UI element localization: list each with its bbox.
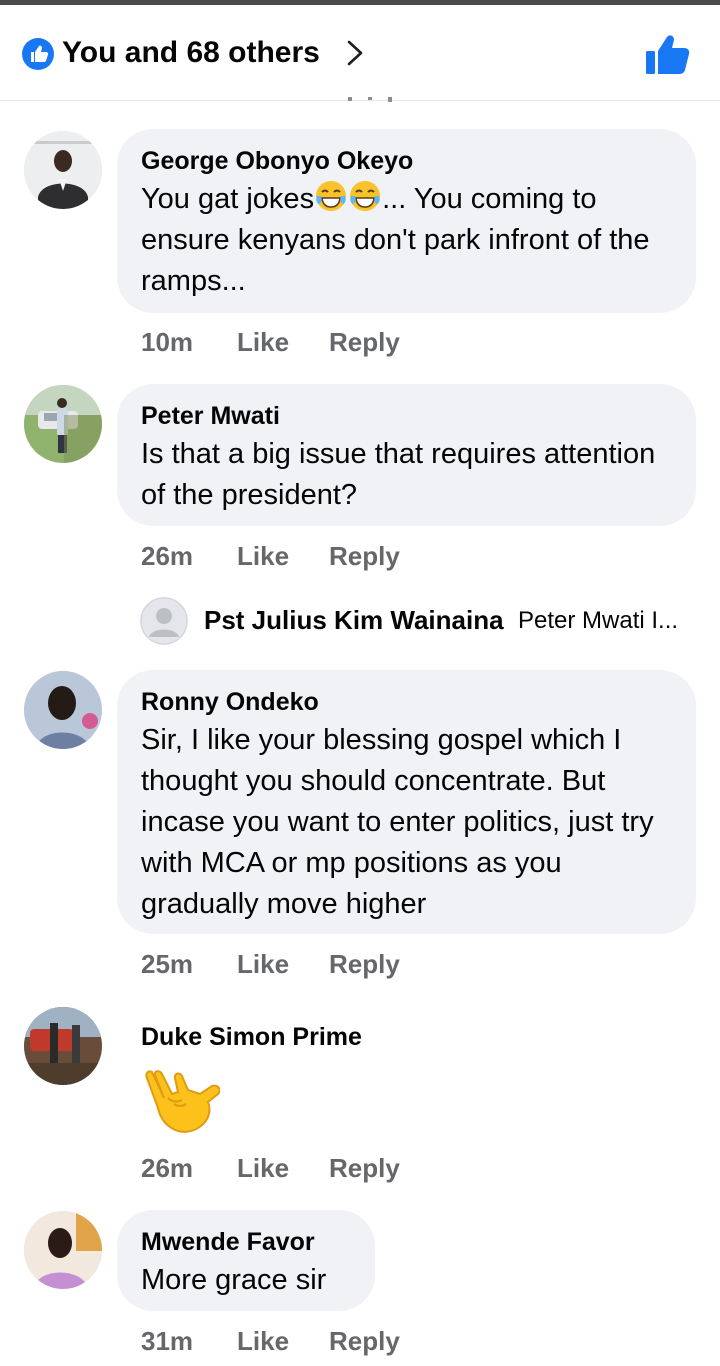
thumbs-up-icon[interactable]	[644, 32, 690, 76]
comment-actions: 26m Like Reply	[141, 1153, 400, 1184]
default-avatar-icon	[140, 597, 188, 645]
like-button[interactable]: Like	[237, 949, 329, 980]
like-badge-icon	[22, 38, 54, 70]
chevron-right-icon[interactable]	[340, 38, 370, 68]
comment-actions: 31m Like Reply	[141, 1326, 400, 1357]
comment-text-part: You gat jokes	[141, 183, 315, 215]
comment-text: You gat jokes... You coming to ensure ke…	[141, 179, 672, 302]
avatar[interactable]	[24, 1211, 102, 1289]
comment-actions: 25m Like Reply	[141, 949, 400, 980]
reply-button[interactable]: Reply	[329, 1153, 400, 1184]
comment-bubble: Peter Mwati Is that a big issue that req…	[117, 384, 696, 526]
reply-button[interactable]: Reply	[329, 1326, 400, 1357]
reply-preview[interactable]: Pst Julius Kim Wainaina Peter Mwati I...	[140, 597, 700, 645]
comment-timestamp[interactable]: 26m	[141, 541, 237, 572]
face-with-tears-of-joy-icon	[316, 181, 347, 211]
comment-author[interactable]: George Obonyo Okeyo	[141, 145, 672, 177]
comment-bubble: Ronny Ondeko Sir, I like your blessing g…	[117, 670, 696, 934]
comment-text: Is that a big issue that requires attent…	[141, 438, 656, 511]
reply-author[interactable]: Pst Julius Kim Wainaina	[204, 605, 504, 636]
avatar[interactable]	[24, 671, 102, 749]
reactions-summary-link[interactable]: You and 68 others	[62, 35, 320, 71]
reply-button[interactable]: Reply	[329, 949, 400, 980]
comment-actions: 10m Like Reply	[141, 327, 400, 358]
comment-author[interactable]: Mwende Favor	[141, 1226, 351, 1258]
reply-text: Peter Mwati I...	[518, 607, 679, 634]
comment-timestamp[interactable]: 31m	[141, 1326, 237, 1357]
like-button[interactable]: Like	[237, 541, 329, 572]
comment-actions: 26m Like Reply	[141, 541, 400, 572]
reactions-header: You and 68 others	[0, 5, 720, 101]
avatar[interactable]	[24, 1007, 102, 1085]
reply-button[interactable]: Reply	[329, 541, 400, 572]
comment-author[interactable]: Ronny Ondeko	[141, 686, 672, 718]
like-button[interactable]: Like	[237, 1326, 329, 1357]
comment-text: Sir, I like your blessing gospel which I…	[141, 724, 654, 920]
comment-author[interactable]: Duke Simon Prime	[141, 1021, 362, 1053]
comment-text: More grace sir	[141, 1264, 327, 1296]
avatar[interactable]	[24, 385, 102, 463]
comment-timestamp[interactable]: 10m	[141, 327, 237, 358]
avatar[interactable]	[24, 131, 102, 209]
comment-author[interactable]: Peter Mwati	[141, 400, 672, 432]
reply-button[interactable]: Reply	[329, 327, 400, 358]
like-button[interactable]: Like	[237, 1153, 329, 1184]
like-button[interactable]: Like	[237, 327, 329, 358]
scrolled-text-fragment	[348, 97, 392, 102]
comment-timestamp[interactable]: 26m	[141, 1153, 237, 1184]
comment-timestamp[interactable]: 25m	[141, 949, 237, 980]
comment-bubble: George Obonyo Okeyo You gat jokes... You…	[117, 129, 696, 313]
face-with-tears-of-joy-icon	[350, 181, 381, 211]
love-you-gesture-icon	[145, 1070, 220, 1133]
comment-bubble: Mwende Favor More grace sir	[117, 1210, 375, 1311]
